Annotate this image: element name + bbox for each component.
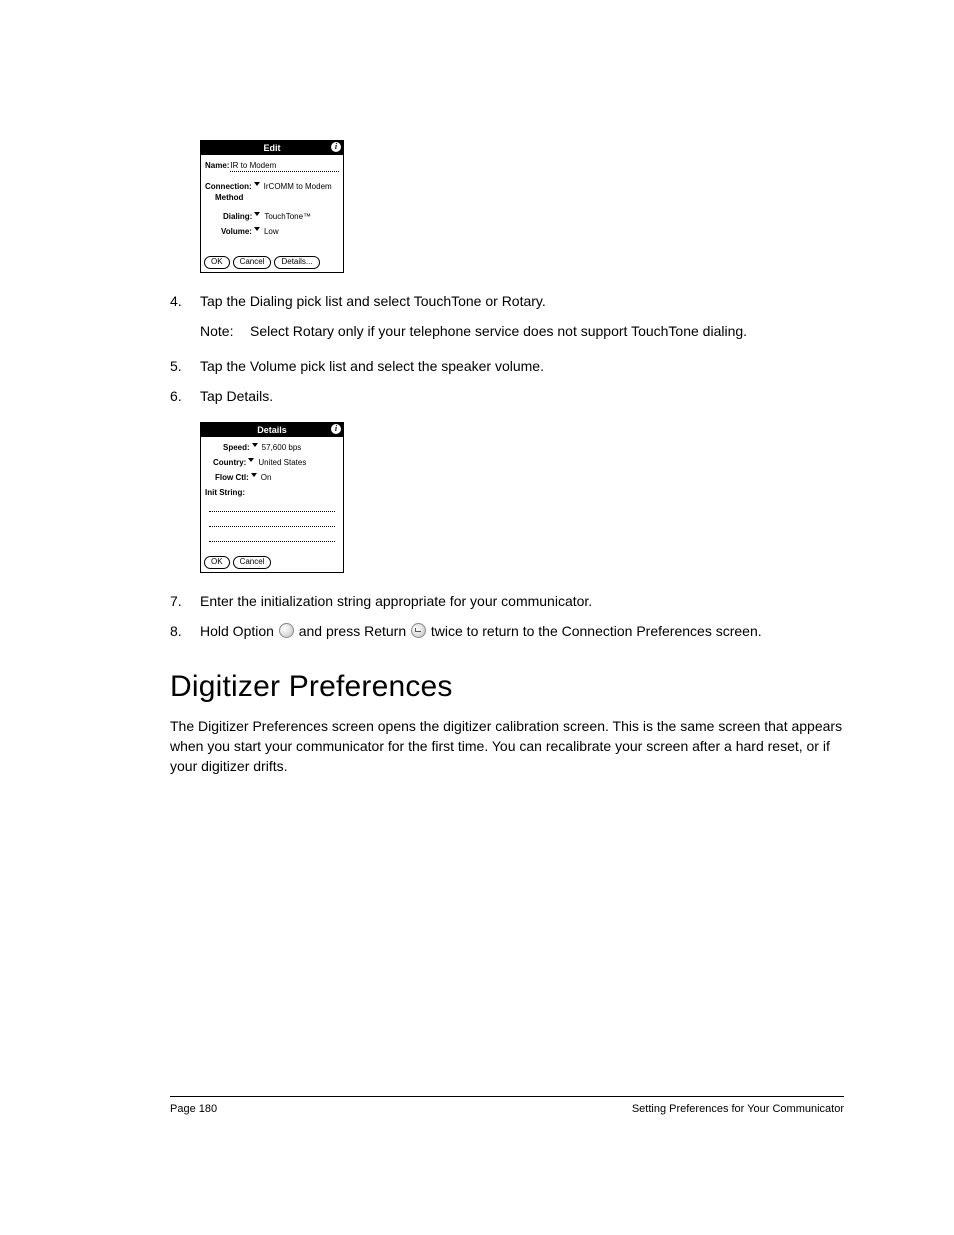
details-dialog-title: Details xyxy=(257,425,287,435)
init-string-label: Init String: xyxy=(205,488,245,497)
body-paragraph: The Digitizer Preferences screen opens t… xyxy=(170,716,844,777)
note-label: Note: xyxy=(200,321,250,341)
speed-value[interactable]: 57,600 bps xyxy=(262,443,302,452)
details-dialog-title-bar: Details i xyxy=(201,423,343,437)
flow-label: Flow Ctl: xyxy=(215,473,249,482)
edit-dialog-title: Edit xyxy=(264,143,281,153)
dialing-label: Dialing: xyxy=(223,212,252,221)
note-row: Note: Select Rotary only if your telepho… xyxy=(200,321,844,341)
dropdown-icon[interactable] xyxy=(248,458,254,462)
footer-title: Setting Preferences for Your Communicato… xyxy=(632,1103,844,1115)
step-5: 5. Tap the Volume pick list and select t… xyxy=(170,356,844,376)
step-8-part-c: twice to return to the Connection Prefer… xyxy=(427,623,762,639)
country-label: Country: xyxy=(213,458,246,467)
edit-dialog: Edit i Name: IR to Modem Connection: IrC… xyxy=(200,140,344,273)
volume-label: Volume: xyxy=(221,227,252,236)
cancel-button[interactable]: Cancel xyxy=(233,256,272,269)
country-value[interactable]: United States xyxy=(258,458,306,467)
dialing-value[interactable]: TouchTone™ xyxy=(264,212,311,221)
dropdown-icon[interactable] xyxy=(254,182,260,186)
dropdown-icon[interactable] xyxy=(254,227,260,231)
note-text: Select Rotary only if your telephone ser… xyxy=(250,321,747,341)
info-icon[interactable]: i xyxy=(331,142,341,152)
name-value: IR to Modem xyxy=(230,161,276,170)
edit-dialog-title-bar: Edit i xyxy=(201,141,343,155)
option-key-icon xyxy=(279,623,294,638)
ok-button[interactable]: OK xyxy=(204,256,230,269)
page-footer: Page 180 Setting Preferences for Your Co… xyxy=(170,1096,844,1115)
dropdown-icon[interactable] xyxy=(254,212,260,216)
flow-value[interactable]: On xyxy=(261,473,272,482)
step-8-part-a: Hold Option xyxy=(200,623,278,639)
connection-label: Connection: xyxy=(205,182,252,191)
section-heading: Digitizer Preferences xyxy=(170,670,844,704)
connection-value[interactable]: IrCOMM to Modem xyxy=(264,182,332,191)
step-8-part-b: and press Return xyxy=(295,623,410,639)
return-key-icon xyxy=(411,623,426,638)
step-text: Tap the Volume pick list and select the … xyxy=(200,356,844,376)
step-number: 5. xyxy=(170,356,200,376)
name-field[interactable]: IR to Modem xyxy=(230,161,339,172)
info-icon[interactable]: i xyxy=(331,424,341,434)
step-number: 4. xyxy=(170,291,200,311)
step-number: 6. xyxy=(170,386,200,406)
details-dialog: Details i Speed: 57,600 bps Country: Uni… xyxy=(200,422,344,573)
name-label: Name: xyxy=(205,161,229,170)
step-number: 7. xyxy=(170,591,200,611)
volume-value[interactable]: Low xyxy=(264,227,279,236)
step-7: 7. Enter the initialization string appro… xyxy=(170,591,844,611)
cancel-button[interactable]: Cancel xyxy=(233,556,272,569)
init-string-field[interactable] xyxy=(205,497,339,550)
speed-label: Speed: xyxy=(223,443,250,452)
step-text: Tap the Dialing pick list and select Tou… xyxy=(200,291,844,311)
step-number: 8. xyxy=(170,621,200,641)
dropdown-icon[interactable] xyxy=(251,473,257,477)
method-label: Method xyxy=(215,193,243,202)
step-text: Hold Option and press Return twice to re… xyxy=(200,621,844,641)
step-6: 6. Tap Details. xyxy=(170,386,844,406)
step-4: 4. Tap the Dialing pick list and select … xyxy=(170,291,844,311)
page-number: Page 180 xyxy=(170,1103,217,1115)
dropdown-icon[interactable] xyxy=(252,443,258,447)
step-text: Enter the initialization string appropri… xyxy=(200,591,844,611)
ok-button[interactable]: OK xyxy=(204,556,230,569)
step-text: Tap Details. xyxy=(200,386,844,406)
step-8: 8. Hold Option and press Return twice to… xyxy=(170,621,844,641)
details-button[interactable]: Details... xyxy=(274,256,319,269)
